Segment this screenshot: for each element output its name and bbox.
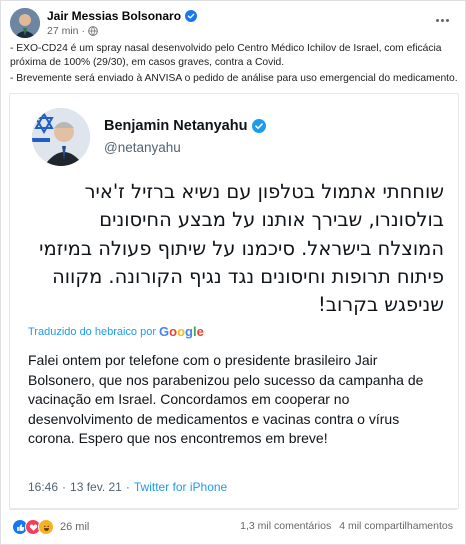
caption-line-1: - EXO-CD24 é um spray nasal desenvolvido… [10, 43, 442, 68]
post-caption: - EXO-CD24 é um spray nasal desenvolvido… [10, 42, 460, 89]
reactions-summary[interactable]: 26 mil [12, 519, 89, 535]
translated-label: Traduzido do hebraico por [28, 325, 157, 338]
caption-line-2: - Brevemente será enviado à ANVISA o ped… [10, 73, 458, 85]
comments-count[interactable]: 1,3 mil comentários [240, 520, 331, 532]
footer-divider [9, 509, 457, 510]
embedded-tweet: Benjamin Netanyahu @netanyahu שוחחתי אתמ… [9, 93, 459, 509]
translation-attribution[interactable]: Traduzido do hebraico por Google [28, 324, 204, 339]
post-stats: 1,3 mil comentários 4 mil compartilhamen… [240, 520, 453, 532]
google-logo: Google [159, 324, 204, 339]
haha-reaction-icon [38, 519, 54, 535]
tweet-avatar [32, 108, 90, 166]
globe-icon [88, 26, 98, 36]
tweet-date[interactable]: 13 fev. 21 [70, 480, 122, 494]
shares-count[interactable]: 4 mil compartilhamentos [339, 520, 453, 532]
tweet-author[interactable]: Benjamin Netanyahu [104, 118, 267, 134]
more-options-icon[interactable] [431, 11, 453, 29]
tweet-footer: 16:46 · 13 fev. 21 · Twitter for iPhone [28, 480, 228, 494]
tweet-time[interactable]: 16:46 [28, 480, 58, 494]
post-author-name[interactable]: Jair Messias Bolsonaro [47, 9, 181, 23]
tweet-source[interactable]: Twitter for iPhone [134, 480, 227, 494]
facebook-post: Jair Messias Bolsonaro 27 min · - EXO-CD… [0, 0, 466, 545]
author-avatar[interactable] [10, 8, 40, 38]
post-meta: 27 min · [47, 25, 98, 37]
tweet-text-hebrew: שוחחתי אתמול בטלפון עם נשיא ברזיל ז'איר … [39, 180, 444, 317]
post-time[interactable]: 27 min [47, 25, 79, 37]
tweet-author-name[interactable]: Benjamin Netanyahu [104, 118, 247, 134]
tweet-handle[interactable]: @netanyahu [104, 140, 181, 155]
tweet-translation: Falei ontem por telefone com o president… [28, 352, 424, 447]
post-author[interactable]: Jair Messias Bolsonaro [47, 9, 198, 23]
verified-badge-icon [185, 10, 198, 22]
reactions-count[interactable]: 26 mil [60, 521, 89, 533]
verified-badge-icon [252, 119, 267, 133]
